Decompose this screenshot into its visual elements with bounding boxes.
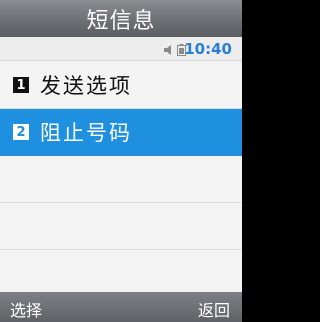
empty-row [0, 203, 242, 250]
empty-row [0, 156, 242, 203]
menu-item-number: 1 [13, 77, 29, 93]
softkey-right-back[interactable]: 返回 [198, 297, 230, 321]
menu-list: 1 发送选项 2 阻止号码 [0, 62, 242, 297]
menu-item-label: 阻止号码 [40, 121, 132, 145]
empty-row [0, 250, 242, 297]
title-bar: 短信息 [0, 0, 242, 37]
menu-item-block-number[interactable]: 2 阻止号码 [0, 109, 242, 156]
speaker-icon [164, 45, 174, 55]
page-title: 短信息 [86, 8, 156, 34]
phone-screen: 短信息 10:40 1 发送选项 2 阻止号码 选择 返回 [0, 0, 242, 322]
softkey-left-select[interactable]: 选择 [10, 297, 42, 321]
clock-time: 10:40 [184, 40, 232, 58]
status-bar: 10:40 [0, 37, 242, 61]
menu-item-label: 发送选项 [40, 74, 132, 98]
menu-item-number: 2 [13, 124, 29, 140]
menu-item-send-options[interactable]: 1 发送选项 [0, 62, 242, 109]
status-icons [164, 44, 186, 56]
softkey-bar: 选择 返回 [0, 292, 242, 322]
